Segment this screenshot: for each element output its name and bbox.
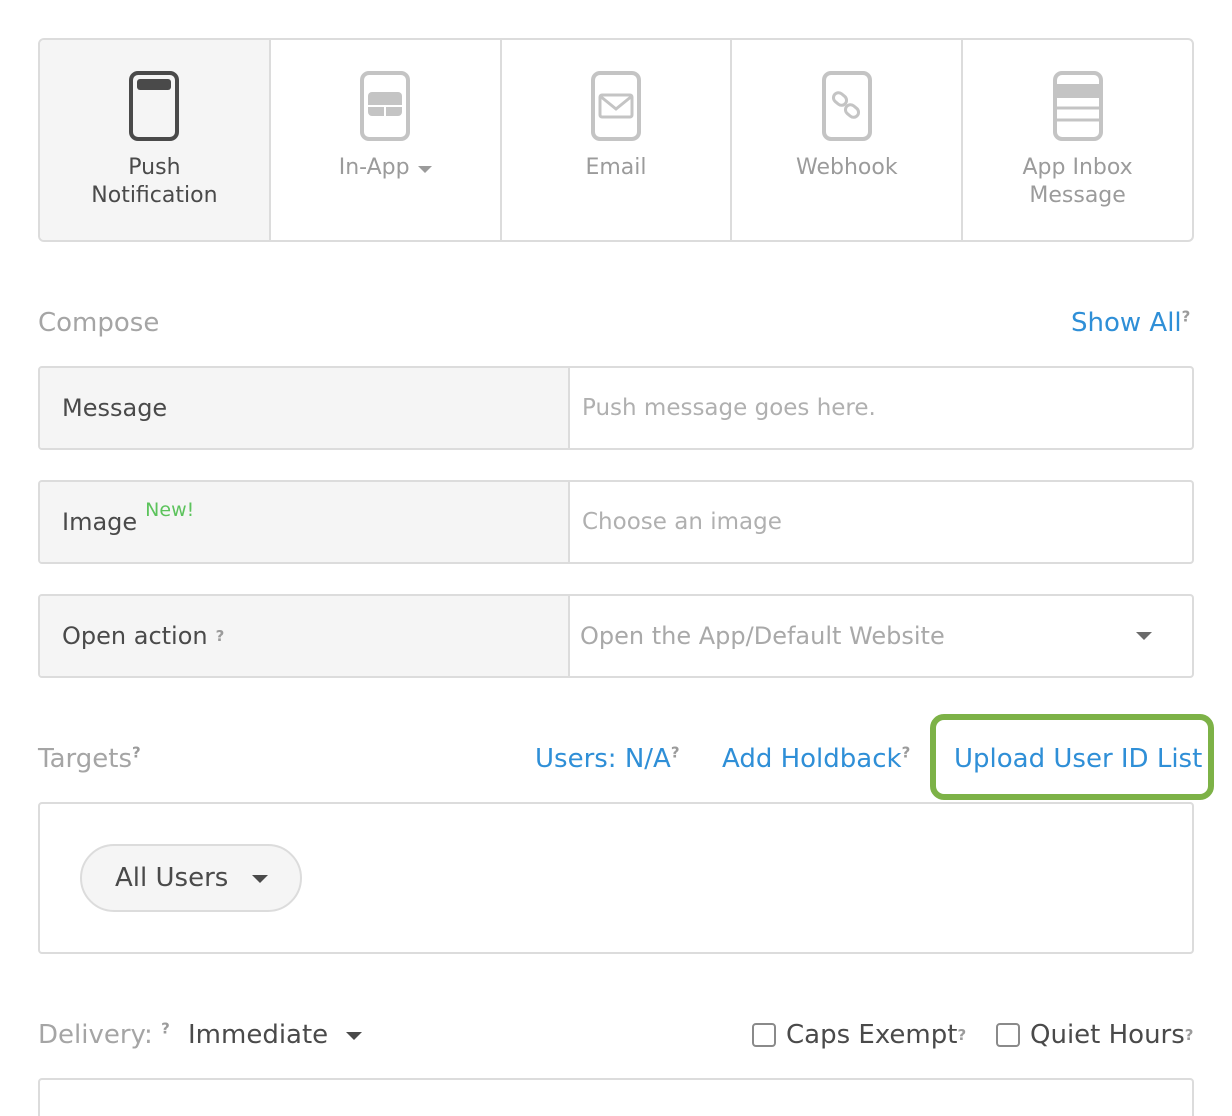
- new-badge: New!: [145, 499, 195, 521]
- show-all-label: Show All: [1071, 308, 1182, 338]
- upload-user-id-list-link[interactable]: Upload User ID List: [954, 744, 1202, 774]
- quiet-hours-checkbox[interactable]: Quiet Hours?: [996, 1020, 1194, 1050]
- chevron-down-icon: [417, 166, 432, 173]
- webhook-link-icon: [821, 71, 872, 141]
- caps-exempt-checkbox[interactable]: Caps Exempt?: [752, 1020, 966, 1050]
- chevron-down-icon: [252, 875, 268, 883]
- targets-title: Targets?: [38, 744, 141, 774]
- channel-push-notification[interactable]: Push Notification: [40, 40, 271, 240]
- message-row: Message: [38, 366, 1194, 450]
- image-label: Image: [62, 508, 138, 536]
- channel-app-inbox-message[interactable]: App Inbox Message: [963, 40, 1192, 240]
- email-phone-icon: [590, 71, 641, 141]
- image-chooser[interactable]: [582, 482, 1192, 562]
- channel-webhook[interactable]: Webhook: [732, 40, 964, 240]
- channel-selector: Push Notification In-App Email Webhook A…: [38, 38, 1194, 242]
- targets-panel: All Users: [38, 802, 1194, 954]
- users-count-label: Users: N/A: [535, 744, 671, 774]
- targets-label: Targets: [38, 744, 132, 774]
- show-all-link[interactable]: Show All?: [1071, 308, 1190, 338]
- channel-label: Push Notification: [91, 155, 218, 208]
- help-icon[interactable]: ?: [132, 743, 141, 761]
- channel-in-app[interactable]: In-App: [271, 40, 502, 240]
- help-icon[interactable]: ?: [1182, 307, 1191, 325]
- in-app-phone-icon: [360, 71, 411, 141]
- users-count-link[interactable]: Users: N/A?: [535, 744, 680, 774]
- message-input[interactable]: [582, 368, 1192, 448]
- checkbox-box[interactable]: [752, 1023, 776, 1047]
- open-action-label: Open action: [62, 622, 208, 650]
- channel-email[interactable]: Email: [502, 40, 733, 240]
- open-action-row: Open action? Open the App/Default Websit…: [38, 594, 1194, 678]
- help-icon[interactable]: ?: [161, 1019, 170, 1037]
- help-icon[interactable]: ?: [902, 743, 911, 761]
- channel-label: In-App: [338, 155, 410, 180]
- delivery-panel: [38, 1078, 1194, 1116]
- delivery-value: Immediate: [188, 1020, 329, 1050]
- quiet-hours-label: Quiet Hours: [1030, 1020, 1185, 1050]
- add-holdback-link[interactable]: Add Holdback?: [722, 744, 910, 774]
- segment-value: All Users: [115, 863, 229, 893]
- delivery-label: Delivery:: [38, 1020, 153, 1050]
- help-icon[interactable]: ?: [671, 743, 680, 761]
- channel-label: Webhook: [796, 155, 898, 180]
- segment-dropdown[interactable]: All Users: [80, 844, 302, 912]
- chevron-down-icon: [1136, 632, 1152, 640]
- inbox-list-icon: [1052, 71, 1103, 141]
- chevron-down-icon: [346, 1031, 363, 1040]
- open-action-select[interactable]: Open the App/Default Website: [570, 596, 1192, 676]
- image-row: Image New!: [38, 480, 1194, 564]
- checkbox-box[interactable]: [996, 1023, 1020, 1047]
- caps-exempt-label: Caps Exempt: [786, 1020, 958, 1050]
- push-phone-icon: [129, 71, 180, 141]
- add-holdback-label: Add Holdback: [722, 744, 902, 774]
- open-action-value: Open the App/Default Website: [580, 622, 945, 650]
- delivery-title: Delivery: ?: [38, 1020, 170, 1050]
- compose-title: Compose: [38, 308, 160, 338]
- channel-label: Email: [585, 155, 647, 180]
- delivery-dropdown[interactable]: Immediate: [188, 1020, 363, 1050]
- message-label: Message: [40, 368, 570, 448]
- channel-label: App Inbox Message: [1022, 155, 1133, 208]
